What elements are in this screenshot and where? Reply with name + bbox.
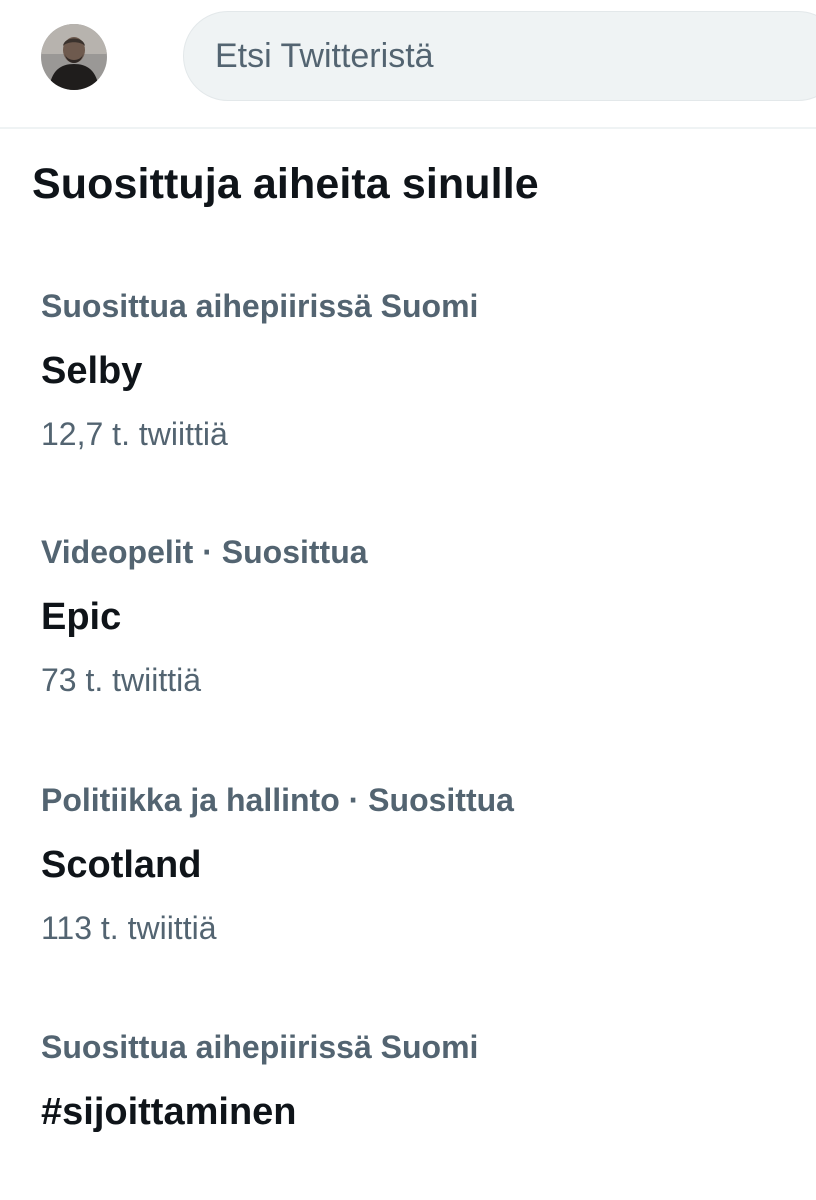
search-input[interactable] [215, 12, 775, 100]
search-box[interactable] [183, 11, 816, 101]
section-title: Suosittuja aiheita sinulle [32, 160, 539, 208]
trend-item[interactable]: Videopelit · Suosittua Epic 73 t. twiitt… [0, 532, 816, 762]
trend-context: Suosittua aihepiirissä Suomi [41, 288, 479, 324]
trend-tweet-count: 12,7 t. twiittiä [41, 416, 228, 452]
top-bar [0, 0, 816, 129]
trend-tweet-count: 73 t. twiittiä [41, 662, 202, 698]
trend-context: Politiikka ja hallinto · Suosittua [41, 782, 514, 818]
trend-item[interactable]: Politiikka ja hallinto · Suosittua Scotl… [0, 780, 816, 1010]
trend-name: Selby [41, 350, 143, 392]
trend-item[interactable]: Suosittua aihepiirissä Suomi #sijoittami… [0, 1027, 816, 1200]
trend-name: #sijoittaminen [41, 1091, 297, 1133]
trend-context: Suosittua aihepiirissä Suomi [41, 1029, 479, 1065]
trend-item[interactable]: Suosittua aihepiirissä Suomi Selby 12,7 … [0, 286, 816, 516]
avatar-image [41, 24, 107, 90]
trend-context: Videopelit · Suosittua [41, 534, 368, 570]
profile-avatar[interactable] [41, 24, 107, 90]
trend-name: Epic [41, 596, 122, 638]
trend-tweet-count: 113 t. twiittiä [41, 910, 217, 946]
trend-name: Scotland [41, 844, 202, 886]
